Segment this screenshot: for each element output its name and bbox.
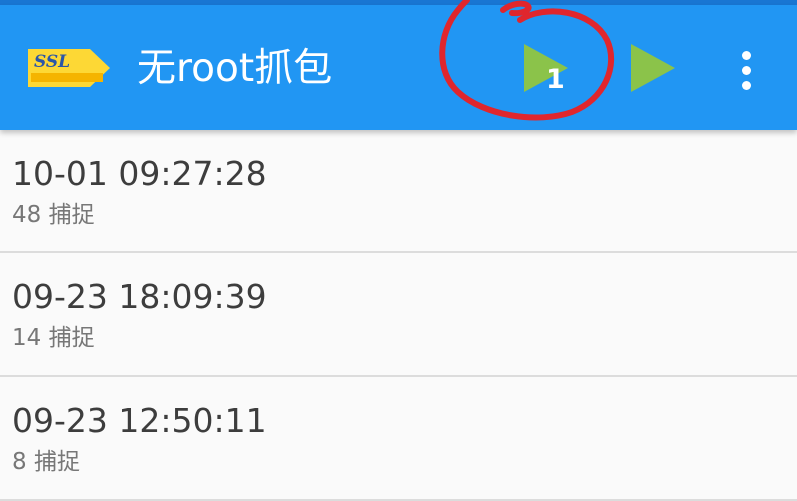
session-item[interactable]: 09-23 12:50:11 8 捕捉 (0, 377, 797, 501)
session-timestamp: 09-23 18:09:39 (12, 277, 267, 316)
app-title: 无root抓包 (137, 46, 333, 91)
session-timestamp: 10-01 09:27:28 (12, 154, 267, 193)
start-capture-vpn-button[interactable]: 1 (515, 36, 579, 100)
overflow-menu-button[interactable] (725, 45, 769, 97)
session-capture-count: 48 捕捉 (12, 202, 95, 228)
ssl-logo: SSL (28, 49, 110, 87)
play-icon (631, 44, 675, 92)
ssl-logo-text: SSL (34, 52, 70, 72)
session-item[interactable]: 10-01 09:27:28 48 捕捉 (0, 130, 797, 253)
vpn-badge: 1 (546, 64, 565, 95)
session-timestamp: 09-23 12:50:11 (12, 401, 267, 440)
session-capture-count: 8 捕捉 (12, 449, 80, 475)
start-capture-button[interactable] (622, 36, 686, 100)
app-toolbar: SSL 无root抓包 1 (0, 5, 797, 130)
session-list: 10-01 09:27:28 48 捕捉 09-23 18:09:39 14 捕… (0, 130, 797, 501)
more-vert-icon (742, 51, 751, 60)
session-capture-count: 14 捕捉 (12, 325, 95, 351)
session-item[interactable]: 09-23 18:09:39 14 捕捉 (0, 253, 797, 377)
